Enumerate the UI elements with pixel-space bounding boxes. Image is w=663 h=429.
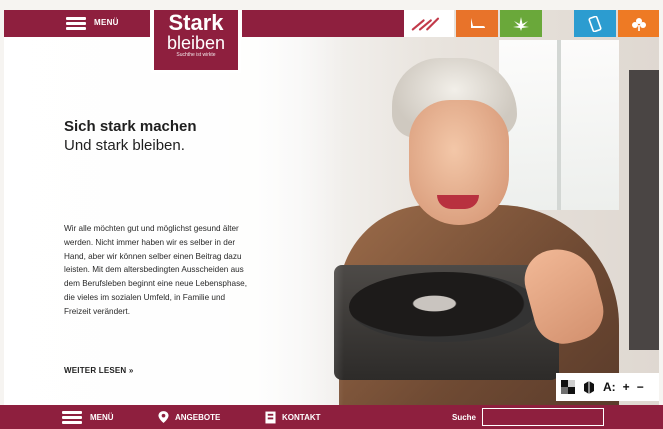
intro-line: Wir alle möchten gut und möglichst gesun… [64, 224, 239, 233]
logo-line-2: bleiben [166, 33, 226, 53]
intro-line: leisten. Mit dem altersbedingten Aussche… [64, 265, 244, 275]
contrast-icon[interactable] [561, 380, 575, 394]
tab-cannabis[interactable] [500, 10, 542, 37]
intro-line: werden. Nicht immer haben wir es selber … [64, 237, 236, 247]
bottom-menu-label: MENÜ [90, 412, 114, 422]
read-aloud-icon[interactable] [582, 380, 596, 394]
hamburger-icon [62, 410, 82, 424]
top-menu-label: MENÜ [94, 18, 119, 27]
tab-shoe[interactable] [456, 10, 498, 37]
font-size-label: A: [603, 380, 616, 394]
cannabis-leaf-icon [513, 16, 529, 31]
top-bar: MENÜ Stark bleiben Suchthe ist wirkte [0, 10, 663, 73]
tab-phone[interactable] [574, 10, 616, 37]
shoe-icon [471, 17, 485, 28]
hero-headline: Sich stark machen Und stark bleiben. [64, 118, 197, 155]
read-more-link[interactable]: WEITER LESEN » [64, 366, 133, 375]
page-title: Sich stark machen [64, 118, 197, 135]
swoosh-brand-icon [411, 17, 440, 30]
tab-leaf[interactable] [618, 10, 659, 37]
search-label: Suche [452, 413, 477, 422]
logo-tagline: Suchthe ist wirkte [176, 52, 216, 58]
background-window-frame [557, 40, 561, 210]
search-input[interactable] [482, 408, 604, 426]
contact-card-icon [265, 411, 276, 423]
intro-line: dem Berufsleben beginnt eine neue Lebens… [64, 279, 247, 289]
top-bar-fill [242, 10, 404, 37]
intro-line: die vieles im sozialen Umfeld, in Famili… [64, 292, 226, 302]
intro-line: Freizeit verändert. [64, 306, 130, 316]
contact-label: KONTAKT [282, 412, 321, 422]
phone-icon [588, 15, 602, 32]
intro-line: Hand, aber wir können selber einen Beitr… [64, 251, 242, 261]
intro-text: Wir alle möchten gut und möglichst gesun… [64, 222, 339, 319]
top-menu-button[interactable]: MENÜ [4, 10, 150, 37]
offers-button[interactable]: ANGEBOTE [158, 405, 220, 429]
page: MENÜ Stark bleiben Suchthe ist wirkte Si… [0, 0, 663, 429]
hamburger-icon [66, 17, 86, 30]
bottom-menu-button[interactable]: MENÜ [62, 405, 114, 429]
bottom-bar: MENÜ ANGEBOTE KONTAKT Suche [0, 405, 663, 429]
accessibility-controls: A: + − [556, 373, 659, 401]
logo-line-1: Stark [168, 10, 224, 35]
map-pin-icon [158, 410, 169, 423]
offers-label: ANGEBOTE [175, 412, 221, 422]
background-shelf [629, 70, 659, 350]
contact-button[interactable]: KONTAKT [265, 405, 321, 429]
tab-brand[interactable] [404, 10, 454, 37]
leaf-icon [631, 17, 646, 31]
vinyl-record [349, 272, 539, 342]
hero-image [4, 10, 659, 405]
font-size-decrease-button[interactable]: − [637, 380, 644, 394]
site-logo[interactable]: Stark bleiben Suchthe ist wirkte [151, 10, 241, 73]
page-subtitle: Und stark bleiben. [64, 137, 185, 154]
font-size-increase-button[interactable]: + [623, 380, 630, 394]
